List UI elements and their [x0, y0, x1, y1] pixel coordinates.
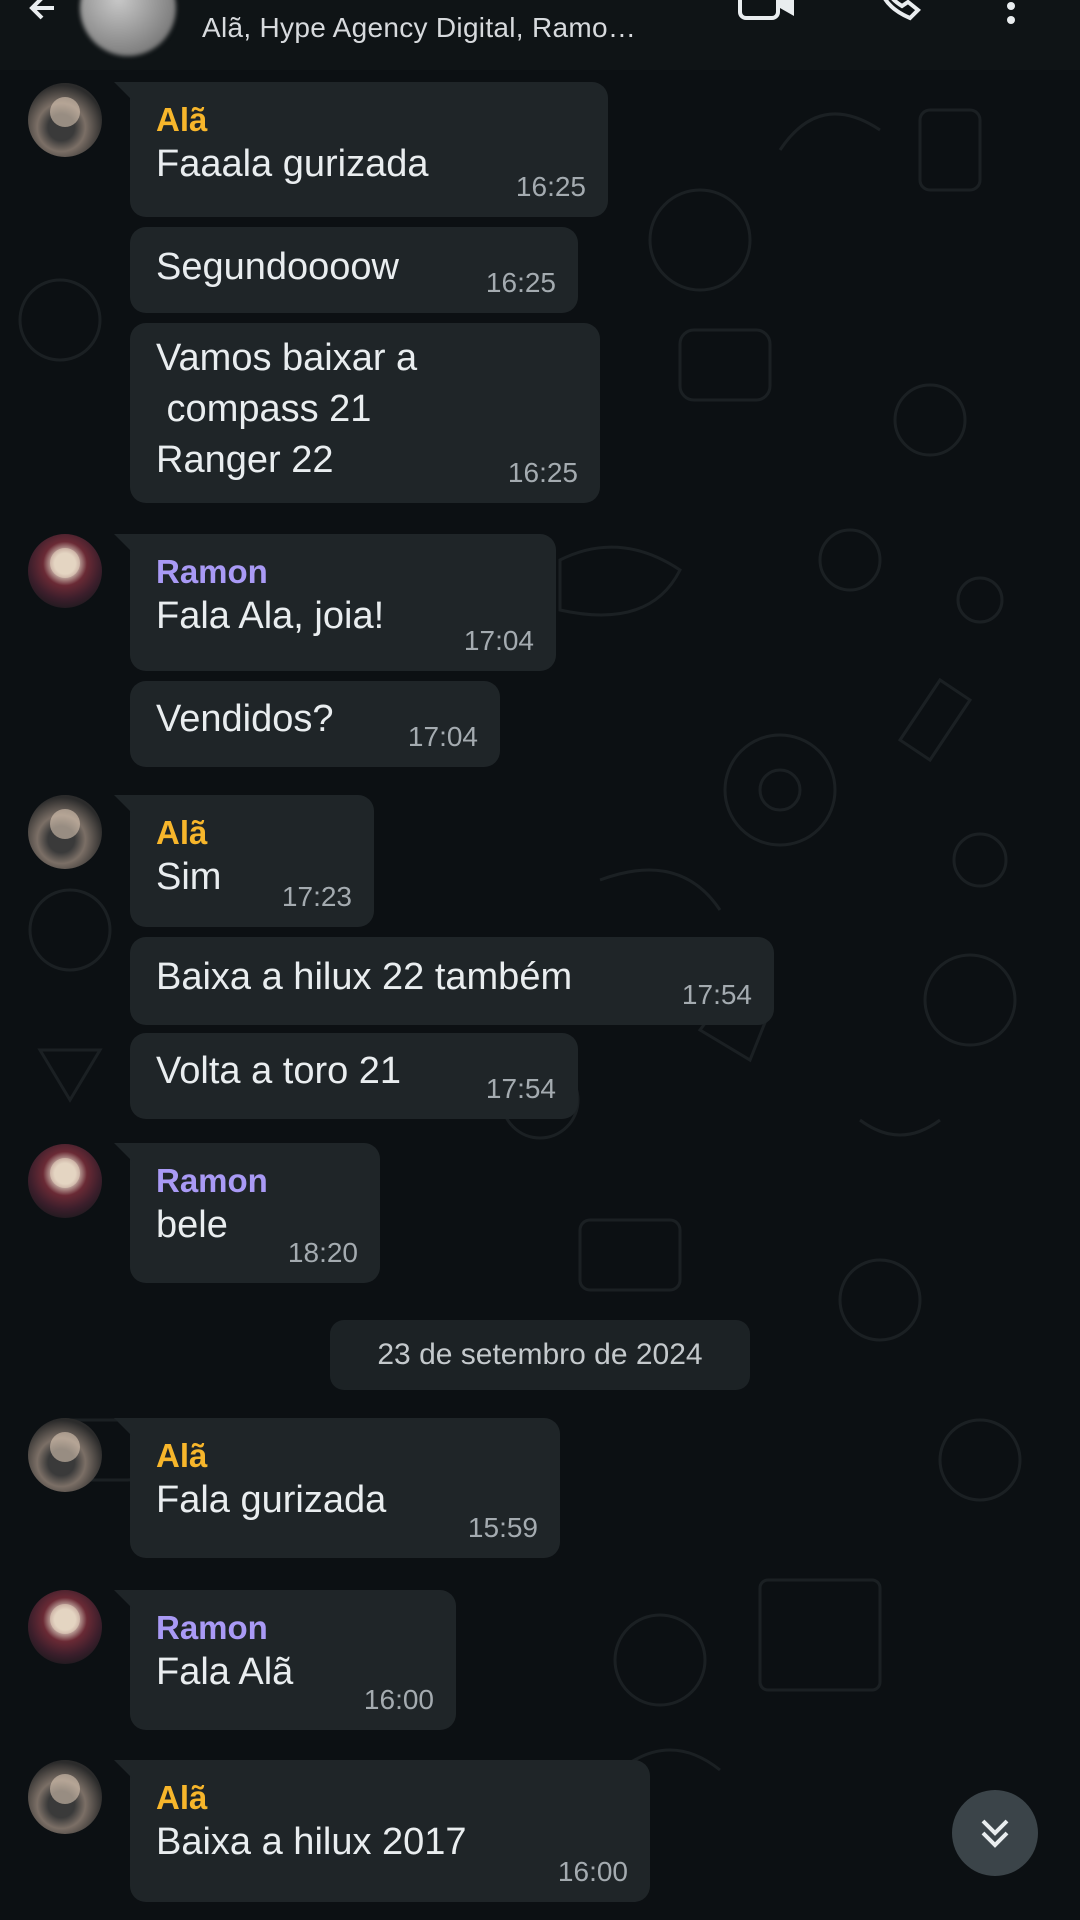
sender-name[interactable]: Alã	[156, 1778, 624, 1818]
message-bubble[interactable]: Segundoooow 16:25	[130, 227, 578, 313]
message-text: Baixa a hilux 22 também	[156, 956, 573, 998]
date-separator: 23 de setembro de 2024	[330, 1320, 750, 1390]
message-time: 17:54	[681, 979, 752, 1010]
sender-name[interactable]: Alã	[156, 1436, 534, 1476]
group-avatar[interactable]	[80, 0, 176, 56]
message-text: Fala Ala, joia!	[156, 595, 385, 637]
message-bubble[interactable]: Vamos baixar a compass 21 Ranger 22 16:2…	[130, 323, 600, 503]
message-bubble[interactable]: Ramon bele 18:20	[114, 1143, 380, 1283]
message-time: 15:59	[467, 1512, 538, 1543]
message-time: 17:23	[281, 881, 352, 912]
message-time: 16:25	[515, 171, 586, 202]
scroll-to-bottom-button[interactable]	[952, 1790, 1038, 1876]
chat-header: Alã, Hype Agency Digital, Ramo…	[0, 0, 1080, 70]
message-bubble[interactable]: Baixa a hilux 22 também 17:54	[130, 937, 774, 1025]
message-bubble[interactable]: Alã Fala gurizada 15:59	[114, 1418, 560, 1558]
chat-screen: Alã, Hype Agency Digital, Ramo… Alã Faaa…	[0, 0, 1080, 1920]
sender-name[interactable]: Alã	[156, 813, 348, 853]
message-text: Vamos baixar a compass 21 Ranger 22	[156, 337, 418, 481]
double-chevron-down-icon	[981, 1819, 1009, 1848]
message-bubble[interactable]: Alã Faaala gurizada 16:25	[114, 82, 608, 217]
message-time: 17:54	[485, 1073, 556, 1104]
voice-call-icon[interactable]	[874, 0, 922, 24]
message-bubble[interactable]: Ramon Fala Ala, joia! 17:04	[114, 534, 556, 671]
message-text: Baixa a hilux 2017	[156, 1821, 467, 1863]
message-text: bele	[156, 1204, 228, 1246]
message-text: Fala Alã	[156, 1651, 294, 1693]
avatar-ala[interactable]	[28, 795, 102, 869]
message-text: Sim	[156, 856, 222, 898]
avatar-ala[interactable]	[28, 83, 102, 157]
video-call-icon[interactable]	[738, 0, 796, 22]
message-text: Volta a toro 21	[156, 1050, 402, 1092]
message-time: 16:00	[363, 1684, 434, 1715]
avatar-ala[interactable]	[28, 1418, 102, 1492]
message-bubble[interactable]: Alã Sim 17:23	[114, 795, 374, 927]
sender-name[interactable]: Alã	[156, 100, 582, 140]
message-time: 16:25	[485, 267, 556, 298]
message-text: Vendidos?	[156, 698, 334, 740]
sender-name[interactable]: Ramon	[156, 1161, 354, 1201]
message-time: 17:04	[407, 721, 478, 752]
message-text: Faaala gurizada	[156, 143, 429, 185]
message-bubble[interactable]: Vendidos? 17:04	[130, 681, 500, 767]
more-options-icon[interactable]	[994, 0, 1028, 24]
avatar-ramon[interactable]	[28, 1144, 102, 1218]
group-members-subtitle[interactable]: Alã, Hype Agency Digital, Ramo…	[202, 12, 636, 44]
message-bubble[interactable]: Ramon Fala Alã 16:00	[114, 1590, 456, 1730]
message-time: 16:00	[557, 1856, 628, 1887]
message-time: 16:25	[507, 457, 578, 488]
message-bubble[interactable]: Volta a toro 21 17:54	[130, 1033, 578, 1119]
sender-name[interactable]: Ramon	[156, 1608, 430, 1648]
avatar-ala[interactable]	[28, 1760, 102, 1834]
message-time: 18:20	[287, 1237, 358, 1268]
message-text: Fala gurizada	[156, 1479, 387, 1521]
avatar-ramon[interactable]	[28, 1590, 102, 1664]
message-text: Segundoooow	[156, 246, 399, 288]
back-arrow-icon[interactable]	[24, 0, 64, 28]
sender-name[interactable]: Ramon	[156, 552, 530, 592]
avatar-ramon[interactable]	[28, 534, 102, 608]
message-time: 17:04	[463, 625, 534, 656]
message-bubble[interactable]: Alã Baixa a hilux 2017 16:00	[114, 1760, 650, 1902]
